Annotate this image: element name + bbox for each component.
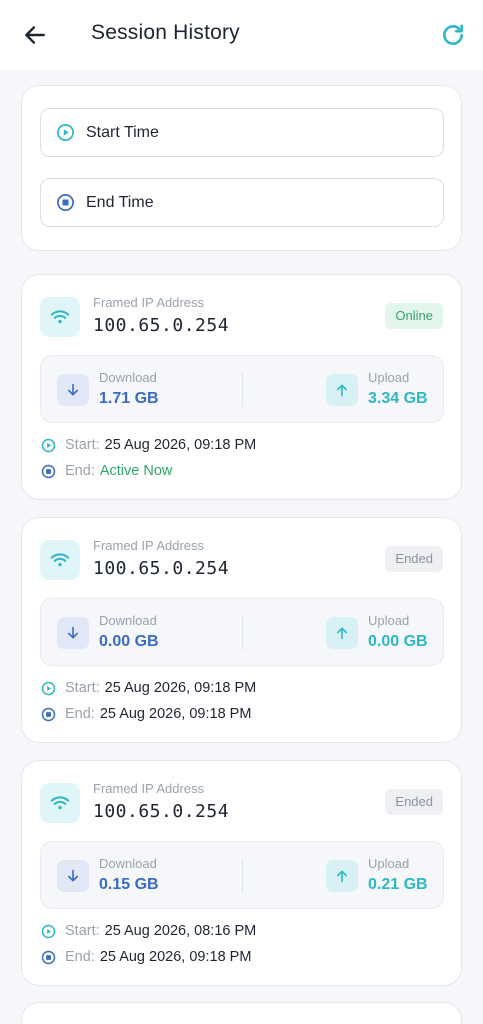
start-time-row: Start: 25 Aug 2026, 09:18 PM [40,680,256,696]
download-arrow-icon [57,374,89,406]
start-time-field[interactable]: Start Time [40,108,444,157]
end-time-row: End: Active Now [40,463,172,479]
end-time-row: End: 25 Aug 2026, 09:18 PM [40,949,251,965]
data-usage-panel: Download 0.15 GB Upload 0.21 GB [40,841,444,909]
play-circle-icon [55,123,75,143]
stop-circle-icon [40,463,56,479]
download-label: Download [99,856,157,871]
download-arrow-icon [57,617,89,649]
upload-arrow-icon [326,860,358,892]
start-label: Start: [65,923,100,939]
download-value: 1.71 GB [99,390,159,407]
wifi-icon [40,297,80,337]
play-circle-icon [40,680,56,696]
end-value: 25 Aug 2026, 09:18 PM [99,949,252,965]
end-label: End: [65,706,95,722]
start-value: 25 Aug 2026, 09:18 PM [104,680,257,696]
session-card[interactable]: Framed IP Address 100.65.0.254 Ended Dow… [21,517,462,743]
divider [242,859,243,893]
upload-label: Upload [368,613,410,628]
start-value: 25 Aug 2026, 09:18 PM [104,437,257,453]
upload-label: Upload [368,370,410,385]
play-circle-icon [40,437,56,453]
ip-caption: Framed IP Address [93,538,205,553]
start-time-row: Start: 25 Aug 2026, 08:16 PM [40,923,256,939]
ip-caption: Framed IP Address [93,295,205,310]
page-title: Session History [91,21,240,44]
ip-caption: Framed IP Address [93,781,205,796]
upload-value: 3.34 GB [368,390,428,407]
start-label: Start: [65,680,100,696]
upload-arrow-icon [326,617,358,649]
download-value: 0.00 GB [99,633,159,650]
status-badge: Online [385,303,443,329]
ip-address: 100.65.0.254 [93,315,230,336]
download-label: Download [99,370,157,385]
arrow-left-icon [25,26,45,44]
data-usage-panel: Download 1.71 GB Upload 3.34 GB [40,355,444,423]
upload-value: 0.21 GB [368,876,428,893]
end-time-row: End: 25 Aug 2026, 09:18 PM [40,706,251,722]
refresh-icon [443,24,463,45]
stop-circle-icon [55,193,75,213]
start-time-row: Start: 25 Aug 2026, 09:18 PM [40,437,256,453]
download-value: 0.15 GB [99,876,159,893]
back-button[interactable] [20,20,50,50]
app-bar: Session History [0,0,483,70]
end-value: 25 Aug 2026, 09:18 PM [99,706,252,722]
status-badge: Ended [385,789,443,815]
divider [242,616,243,650]
wifi-icon [40,540,80,580]
refresh-button[interactable] [438,20,468,50]
end-time-field[interactable]: End Time [40,178,444,227]
session-card[interactable] [21,1002,462,1024]
play-circle-icon [40,923,56,939]
status-badge: Ended [385,546,443,572]
upload-arrow-icon [326,374,358,406]
session-card[interactable]: Framed IP Address 100.65.0.254 Ended Dow… [21,760,462,986]
start-value: 25 Aug 2026, 08:16 PM [104,923,257,939]
upload-label: Upload [368,856,410,871]
end-value: Active Now [99,463,173,479]
end-label: End: [65,463,95,479]
end-time-label: End Time [86,193,154,211]
session-card[interactable]: Framed IP Address 100.65.0.254 Online Do… [21,274,462,500]
stop-circle-icon [40,706,56,722]
download-arrow-icon [57,860,89,892]
time-filter-card: Start Time End Time [21,85,462,251]
wifi-icon [40,783,80,823]
ip-address: 100.65.0.254 [93,801,230,822]
ip-address: 100.65.0.254 [93,558,230,579]
divider [242,373,243,407]
stop-circle-icon [40,949,56,965]
download-label: Download [99,613,157,628]
end-label: End: [65,949,95,965]
start-time-label: Start Time [86,123,159,141]
start-label: Start: [65,437,100,453]
upload-value: 0.00 GB [368,633,428,650]
data-usage-panel: Download 0.00 GB Upload 0.00 GB [40,598,444,666]
